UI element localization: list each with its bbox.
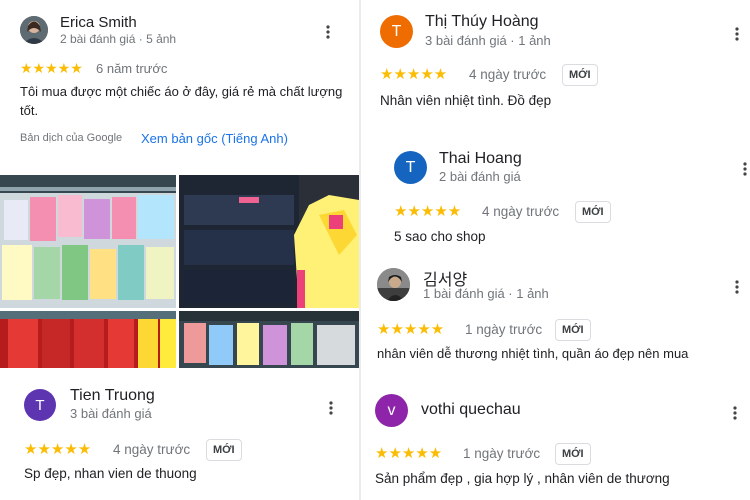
review-date: 4 ngày trước [469, 67, 547, 82]
review-date: 1 ngày trước [463, 446, 541, 461]
review-text: Nhân viên nhiệt tình. Đồ đẹp [380, 93, 552, 108]
reviewer-name[interactable]: vothi quechau [421, 401, 521, 419]
new-badge: MỚI [562, 64, 598, 86]
review-text: Tôi mua được một chiếc áo ở đây, giá rẻ … [20, 84, 343, 118]
new-badge: MỚI [555, 443, 591, 465]
more-options-button[interactable] [320, 22, 336, 42]
avatar[interactable]: T [24, 389, 56, 421]
more-options-button[interactable] [737, 159, 750, 179]
new-badge: MỚI [206, 439, 242, 461]
star-rating: ★★★★★ [377, 321, 445, 338]
more-vert-icon [329, 401, 333, 415]
reviewer-name[interactable]: Erica Smith [60, 14, 137, 31]
right-column: T Thị Thúy Hoàng 3 bài đánh giá · 1 ảnh … [361, 0, 750, 500]
avatar[interactable]: T [380, 15, 413, 48]
review-photo-1[interactable] [0, 175, 176, 308]
review-text: Sản phẩm đẹp , gia hợp lý , nhân viên de… [375, 471, 670, 486]
avatar-photo[interactable] [20, 16, 48, 44]
more-vert-icon [743, 162, 747, 176]
translation-label: Bản dịch của Google [20, 132, 123, 144]
avatar-photo[interactable] [377, 268, 410, 301]
reviewer-name[interactable]: Thị Thúy Hoàng [425, 13, 539, 31]
more-vert-icon [326, 25, 330, 39]
more-options-button[interactable] [727, 403, 743, 423]
more-vert-icon [735, 27, 739, 41]
user-photo-icon [377, 268, 410, 301]
more-options-button[interactable] [729, 277, 745, 297]
avatar[interactable]: v [375, 394, 408, 427]
more-vert-icon [735, 280, 739, 294]
new-badge: MỚI [575, 201, 611, 223]
more-options-button[interactable] [729, 24, 745, 44]
reviewer-meta: 3 bài đánh giá [70, 406, 152, 421]
review-date: 4 ngày trước [482, 204, 560, 219]
reviewer-meta: 2 bài đánh giá · 5 ảnh [60, 32, 177, 46]
reviewer-name[interactable]: Thai Hoang [439, 150, 522, 168]
star-rating: ★★★★★ [24, 441, 92, 458]
red-shirts-photo [0, 311, 176, 368]
star-rating: ★★★★★ [380, 66, 448, 83]
reviewer-meta: 2 bài đánh giá [439, 169, 521, 184]
reviewer-meta: 3 bài đánh giá · 1 ảnh [425, 33, 551, 48]
reviewer-meta: 1 bài đánh giá · 1 ảnh [423, 286, 549, 301]
new-badge: MỚI [555, 319, 591, 341]
left-column: Erica Smith 2 bài đánh giá · 5 ảnh ★★★★★… [0, 0, 359, 500]
star-rating: ★★★★★ [20, 60, 83, 76]
review-photo-4[interactable] [179, 311, 359, 368]
review-photo-3[interactable] [0, 311, 176, 368]
avatar[interactable]: T [394, 151, 427, 184]
more-vert-icon [733, 406, 737, 420]
more-options-button[interactable] [323, 398, 339, 418]
review-photo-2[interactable] [179, 175, 359, 308]
store-interior-photo [179, 311, 359, 368]
reviewer-name[interactable]: Tien Truong [70, 387, 155, 405]
clothing-rack-photo [0, 175, 176, 308]
review-text: 5 sao cho shop [394, 229, 486, 244]
folded-shirts-photo [179, 175, 359, 308]
review-text: Sp đẹp, nhan vien de thuong [24, 466, 197, 481]
view-original-link[interactable]: Xem bản gốc (Tiếng Anh) [141, 131, 288, 146]
review-text: nhân viên dễ thương nhiệt tình, quần áo … [377, 346, 689, 361]
review-date: 6 năm trước [96, 61, 168, 76]
star-rating: ★★★★★ [375, 445, 443, 462]
review-date: 1 ngày trước [465, 322, 543, 337]
user-photo-icon [20, 16, 48, 44]
review-date: 4 ngày trước [113, 442, 191, 457]
star-rating: ★★★★★ [394, 203, 462, 220]
